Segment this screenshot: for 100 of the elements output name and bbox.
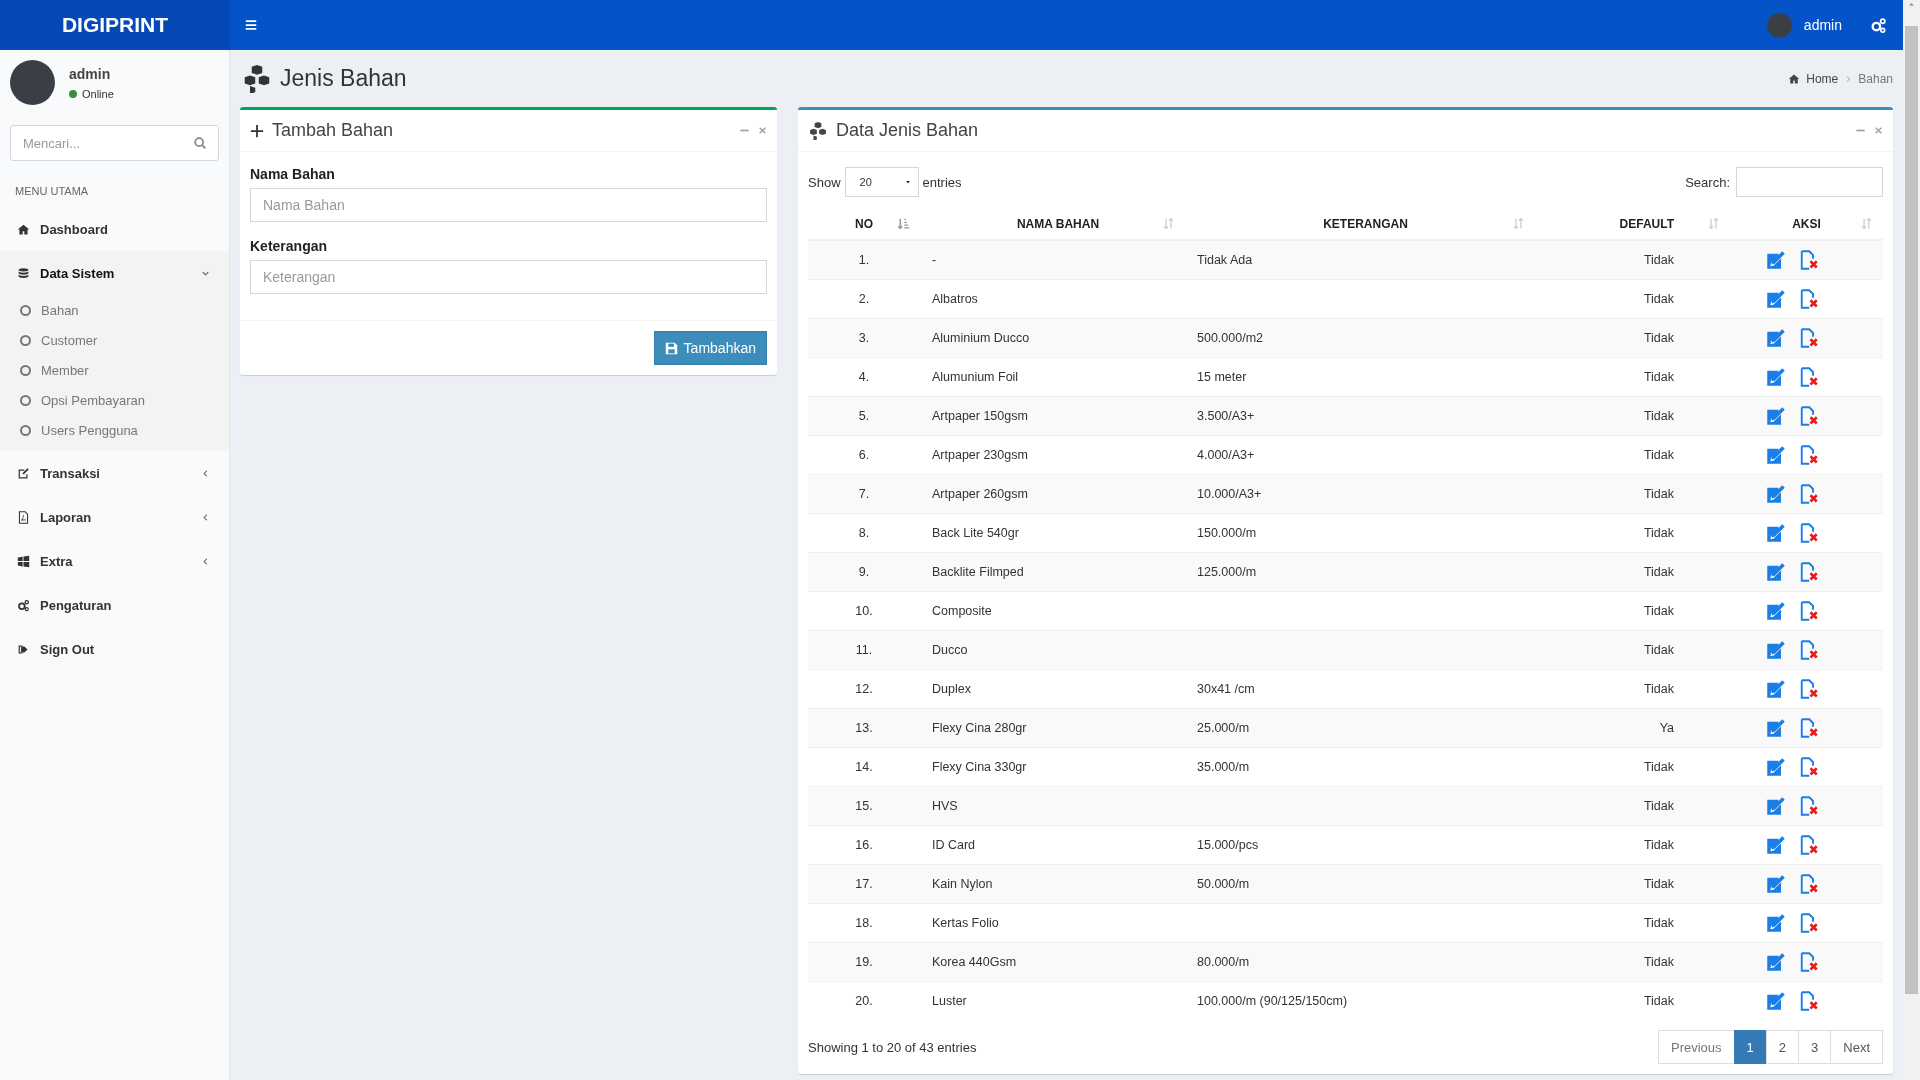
table-cell: 9. [858,564,870,579]
table-cell: Albatros [932,291,978,306]
edit-icon[interactable] [1765,912,1786,933]
table-cell: 4.000/A3+ [1197,447,1255,462]
input-field[interactable]: Nama Bahan [250,188,767,222]
edit-icon[interactable] [1765,717,1786,738]
cubes-icon [808,121,828,140]
close-icon[interactable] [758,126,767,135]
submenu-item[interactable]: Member [0,355,229,385]
page-button[interactable]: 3 [1798,1030,1832,1064]
table-cell: 2. [858,291,870,306]
table-cell: 125.000/m [1197,564,1257,579]
cubes-icon [242,64,272,93]
field-label: Keterangan [250,238,329,254]
table-cell: Tidak [1643,525,1674,540]
table-cell: 4. [858,369,870,384]
edit-icon[interactable] [1765,795,1786,816]
edit-icon[interactable] [1765,678,1786,699]
table-cell: 19. [855,954,873,969]
edit-icon[interactable] [1765,522,1786,543]
edit-icon[interactable] [1765,834,1786,855]
edit-icon [17,466,30,480]
edit-icon[interactable] [1765,288,1786,309]
edit-icon[interactable] [1765,756,1786,777]
table-cell: Artpaper 260gsm [932,486,1028,501]
menu-icon[interactable] [244,18,258,32]
edit-icon[interactable] [1765,366,1786,387]
table-cell: 25.000/m [1197,720,1250,735]
menu-item[interactable]: Data Sistem [0,251,229,295]
table-cell: Tidak [1643,876,1674,891]
edit-icon[interactable] [1765,990,1786,1011]
panel-title: Data Jenis Bahan [836,120,980,141]
status-text: Online [82,87,114,100]
edit-icon[interactable] [1765,561,1786,582]
settings-icon[interactable] [1870,16,1887,34]
table-cell: 35.000/m [1197,759,1250,774]
chevron-right-icon [1844,74,1853,83]
submenu-item[interactable]: Bahan [0,295,229,325]
edit-icon[interactable] [1765,600,1786,621]
breadcrumb-link[interactable]: Home [1806,71,1839,86]
edit-icon[interactable] [1765,405,1786,426]
plus-icon [250,123,264,138]
save-icon [664,341,678,355]
table-cell: Tidak [1643,447,1674,462]
edit-icon[interactable] [1765,483,1786,504]
page-size-select[interactable]: 20 [844,167,919,197]
search-field[interactable] [1736,167,1883,197]
edit-icon[interactable] [1765,249,1786,270]
table-cell: Tidak [1643,954,1674,969]
table-cell: 3.500/A3+ [1197,408,1255,423]
user-name[interactable]: admin [1803,17,1842,33]
edit-icon[interactable] [1765,873,1786,894]
table-cell: 12. [855,681,873,696]
page-button[interactable]: 1 [1733,1030,1767,1064]
table-cell: Aluminium Ducco [932,330,1030,345]
brand-logo: DIGIPRINT [0,0,230,50]
table-cell: 20. [855,993,873,1008]
table-cell: Tidak [1643,252,1674,267]
add-button[interactable]: Tambahkan [653,331,767,365]
submenu-item[interactable]: Opsi Pembayaran [0,385,229,415]
menu-item[interactable]: Dashboard [0,207,229,251]
avatar-placeholder [1766,12,1792,38]
table-cell: 10.000/A3+ [1197,486,1262,501]
menu-item[interactable]: Pengaturan [0,583,229,627]
search-field[interactable]: Mencari... [10,125,219,161]
menu-item[interactable]: Laporan [0,495,229,539]
table-cell: 17. [855,876,873,891]
table-cell: Flexy Cina 330gr [932,759,1027,774]
table-cell: 7. [858,486,870,501]
table-cell: Back Lite 540gr [932,525,1019,540]
table-cell: Tidak [1643,837,1674,852]
edit-icon[interactable] [1765,639,1786,660]
table-cell: 16. [855,837,873,852]
edit-icon[interactable] [1765,444,1786,465]
table-cell: 14. [855,759,873,774]
table-cell: 50.000/m [1197,876,1250,891]
search-icon[interactable] [193,136,207,150]
page-button[interactable]: 2 [1765,1030,1800,1064]
menu-item[interactable]: Transaksi [0,451,229,495]
close-icon[interactable] [1874,126,1883,135]
edit-icon[interactable] [1765,951,1786,972]
submenu-item[interactable]: Users Pengguna [0,415,229,445]
input-field[interactable]: Keterangan [250,260,767,294]
field-label: Nama Bahan [250,166,336,182]
edit-icon[interactable] [1765,327,1786,348]
submenu-item[interactable]: Customer [0,325,229,355]
scroll-up-icon[interactable] [1907,0,1916,9]
menu-heading: MENU UTAMA [14,184,90,199]
database-icon [17,266,30,280]
home-icon [1788,72,1801,85]
table-cell: Kertas Folio [932,915,999,930]
user-name: admin [69,65,112,82]
table-cell: 80.000/m [1197,954,1250,969]
table-cell: 100.000/m (90/125/150cm) [1197,993,1348,1008]
table-cell: 150.000/m [1197,525,1257,540]
menu-item[interactable]: Extra [0,539,229,583]
next-button[interactable]: Next [1830,1030,1883,1064]
menu-item[interactable]: Sign Out [0,627,229,671]
table-cell: 13. [855,720,873,735]
table-cell: Artpaper 150gsm [932,408,1028,423]
